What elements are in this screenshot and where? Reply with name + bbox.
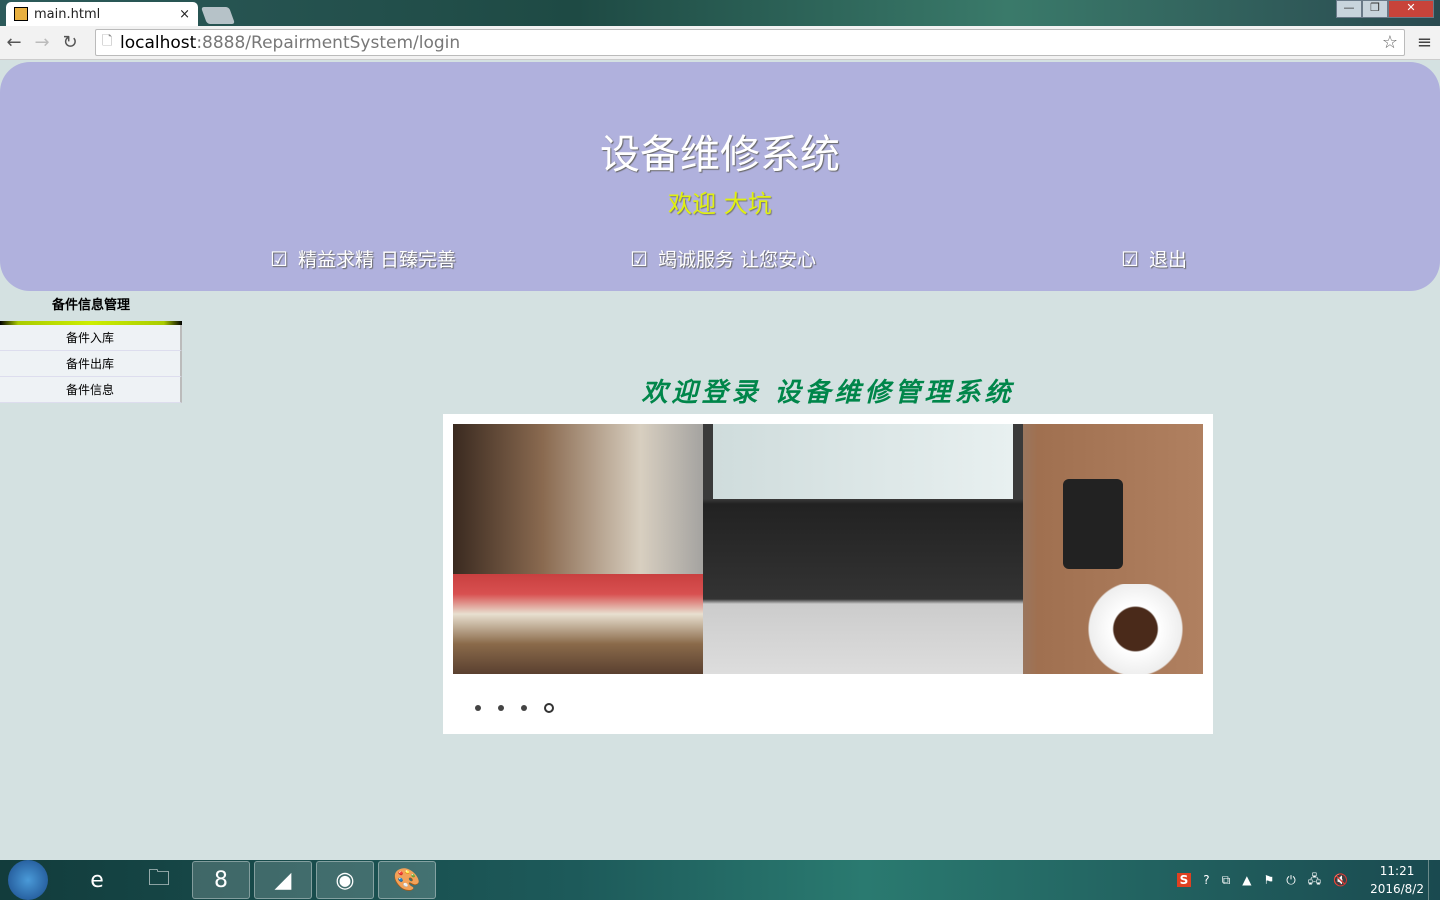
app-8-icon[interactable]: 8 (192, 861, 250, 899)
checkbox-icon: ☑ (1121, 246, 1139, 271)
browser-tab[interactable]: main.html × (6, 2, 198, 26)
chrome-icon[interactable]: ◉ (316, 861, 374, 899)
maximize-button[interactable]: ❐ (1362, 0, 1388, 18)
bookmark-star-icon[interactable]: ☆ (1382, 32, 1398, 53)
action-center-flag-icon[interactable]: ⚑ (1263, 873, 1274, 887)
volume-muted-icon[interactable]: 🔇 (1333, 873, 1348, 887)
carousel-dots (475, 703, 554, 713)
url-path: :8888/RepairmentSystem/login (196, 32, 461, 53)
tab-title: main.html (34, 6, 101, 22)
taskbar: e 🗀 8 ◢ ◉ 🎨 S ? ⧉ ▲ ⚑ ⏻ 🖧 🔇 11:21 2016/8/… (0, 860, 1440, 900)
network-icon[interactable]: 🖧 (1308, 870, 1321, 891)
show-hidden-icons[interactable]: ▲ (1242, 873, 1251, 887)
explorer-icon[interactable]: 🗀 (130, 861, 188, 899)
carousel-slide-image (453, 424, 1203, 674)
checkbox-icon: ☑ (270, 246, 288, 271)
paint-icon[interactable]: 🎨 (378, 861, 436, 899)
back-icon[interactable]: ← (0, 32, 28, 53)
carousel-dot[interactable] (475, 705, 481, 711)
reload-icon[interactable]: ↻ (56, 32, 84, 53)
welcome-user: 欢迎 大坑 (668, 190, 772, 218)
ie-icon[interactable]: e (68, 861, 126, 899)
power-icon[interactable]: ⏻ (1286, 873, 1296, 888)
minimize-button[interactable]: — (1336, 0, 1362, 18)
header-link-2[interactable]: ☑ 竭诚服务 让您安心 (630, 245, 816, 272)
browser-toolbar: ← → ↻ 🗋 localhost:8888/RepairmentSystem/… (0, 26, 1440, 60)
sidebar-title: 备件信息管理 (51, 298, 130, 313)
time: 11:21 (1379, 864, 1415, 878)
new-tab-button[interactable] (200, 7, 236, 24)
display-icon[interactable]: ⧉ (1222, 873, 1231, 888)
tomcat-favicon-icon (14, 7, 28, 21)
header-link-label: 精益求精 日臻完善 (297, 249, 456, 271)
clock[interactable]: 11:21 2016/8/2 (1370, 862, 1424, 898)
image-carousel (443, 414, 1213, 734)
date: 2016/8/2 (1370, 882, 1424, 896)
sidebar-item-parts-in[interactable]: 备件入库 (0, 325, 182, 351)
main-title: 欢迎登录 设备维修管理系统 (641, 378, 1015, 408)
page-icon: 🗋 (102, 33, 113, 49)
close-window-button[interactable]: ✕ (1388, 0, 1434, 18)
header-link-1[interactable]: ☑ 精益求精 日臻完善 (270, 245, 456, 272)
sogou-icon[interactable]: S (1176, 873, 1192, 887)
browser-titlebar: main.html × — ❐ ✕ (0, 0, 1440, 26)
url-host: localhost (120, 32, 197, 53)
sidebar: 备件信息管理 备件入库 备件出库 备件信息 (0, 296, 182, 403)
header-link-label: 竭诚服务 让您安心 (657, 249, 816, 271)
sidebar-item-parts-info[interactable]: 备件信息 (0, 377, 182, 403)
checkbox-icon: ☑ (630, 246, 648, 271)
logout-link[interactable]: ☑ 退出 (1121, 245, 1187, 272)
carousel-dot[interactable] (521, 705, 527, 711)
carousel-dot[interactable] (498, 705, 504, 711)
start-button[interactable] (8, 860, 48, 900)
carousel-dot[interactable] (544, 703, 554, 713)
address-bar[interactable]: 🗋 localhost:8888/RepairmentSystem/login … (95, 29, 1405, 56)
forward-icon[interactable]: → (28, 32, 56, 53)
system-title: 设备维修系统 (600, 132, 840, 178)
show-desktop-button[interactable] (1428, 860, 1440, 900)
sidebar-item-parts-out[interactable]: 备件出库 (0, 351, 182, 377)
help-icon[interactable]: ? (1203, 873, 1209, 887)
mysql-icon[interactable]: ◢ (254, 861, 312, 899)
close-tab-icon[interactable]: × (179, 7, 190, 22)
menu-icon[interactable]: ≡ (1417, 32, 1432, 53)
header-link-label: 退出 (1148, 249, 1187, 271)
